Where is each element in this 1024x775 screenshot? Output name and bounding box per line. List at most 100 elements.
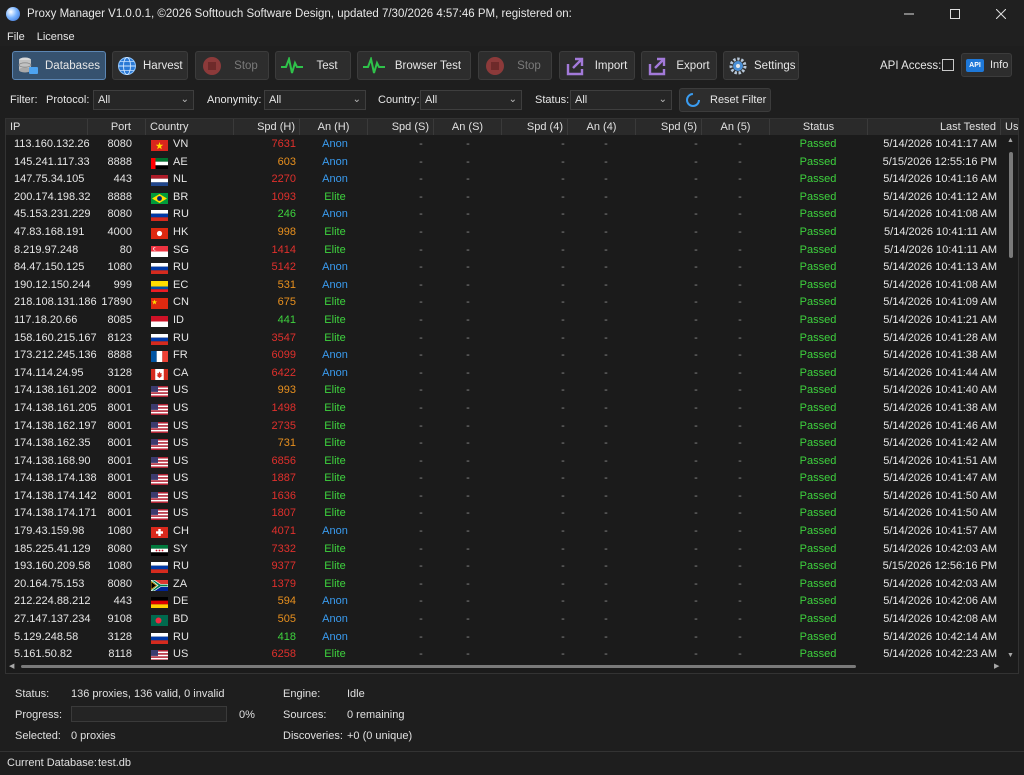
table-row[interactable]: 5.129.248.58 3128 RU 418 Anon - - - - - - Passed 5/1… (6, 629, 1006, 647)
table-row[interactable]: 8.219.97.248 80 SG 1414 Elite - - - - - - Passed 5/1… (6, 242, 1006, 260)
col-an-s[interactable]: An (S) (434, 119, 502, 135)
cell-status: Passed (799, 366, 837, 379)
col-status[interactable]: Status (770, 119, 868, 135)
protocol-select[interactable]: All ⌄ (93, 90, 194, 110)
vertical-scroll-thumb[interactable] (1009, 152, 1013, 258)
table-row[interactable]: 174.138.161.202 8001 US 993 Elite - - - - - - Passe… (6, 382, 1006, 407)
cell-anonymity-http: Elite (324, 489, 346, 502)
table-row[interactable]: 47.83.168.191 4000 HK 998 Elite - - - - - - Passed 5… (6, 224, 1006, 242)
table-row[interactable]: 212.224.88.212 443 DE 594 Anon - - - - - - Passed 5/… (6, 593, 1006, 611)
horizontal-scrollbar[interactable]: ◀ ▶ (6, 660, 1006, 673)
menu-file[interactable]: File (0, 31, 30, 43)
minimize-button[interactable] (886, 0, 932, 28)
cell-speed-socks4: - (561, 630, 565, 643)
stop-test-button[interactable]: Stop (478, 51, 552, 80)
table-row[interactable]: 185.225.41.129 8080 SY 7332 Elite - - - - - - Passe… (6, 541, 1006, 559)
horizontal-scroll-thumb[interactable] (21, 665, 856, 668)
table-row[interactable]: 117.18.20.66 8085 ID 441 Elite - - - - - - Passed 5/… (6, 312, 1006, 330)
anonymity-select[interactable]: All ⌄ (264, 90, 366, 110)
col-spd-s[interactable]: Spd (S) (368, 119, 434, 135)
country-select[interactable]: All ⌄ (420, 90, 522, 110)
table-row[interactable]: 145.241.117.33 8888 AE 603 Anon - - - - - - Passed 5… (6, 154, 1006, 172)
cell-speed-socks5: - (694, 489, 698, 502)
table-row[interactable]: 20.164.75.153 8080 ZA 1379 Elite - - - - - - Passed… (6, 576, 1006, 594)
col-last-tested[interactable]: Last Tested (868, 119, 1001, 135)
cell-anonymity-socks5: - (738, 278, 742, 291)
cell-anonymity-socks4: - (604, 401, 608, 414)
table-row[interactable]: 200.174.198.32 8888 BR 1093 Elite - - - - - - Passe… (6, 189, 1006, 207)
table-row[interactable]: 174.138.168.90 8001 US 6856 Elite - - - - - - Passe… (6, 453, 1006, 478)
table-row[interactable]: 84.47.150.125 1080 RU 5142 Anon - - - - - - Passed 5… (6, 259, 1006, 277)
protocol-label: Protocol: (46, 94, 90, 106)
browser-test-button[interactable]: Browser Test (357, 51, 471, 80)
cell-speed-socks4: - (561, 138, 565, 150)
cell-last-tested: 5/14/2026 10:41:38 AM (883, 401, 997, 414)
table-row[interactable]: 174.138.174.171 8001 US 1807 Elite - - - - - - Pass… (6, 505, 1006, 530)
col-an-5[interactable]: An (5) (702, 119, 770, 135)
scroll-left-arrow-icon[interactable]: ◀ (9, 662, 14, 670)
status-select[interactable]: All ⌄ (570, 90, 672, 110)
col-port[interactable]: Port (88, 119, 146, 135)
table-row[interactable]: 174.138.161.205 8001 US 1498 Elite - - - - - - Pass… (6, 400, 1006, 425)
cell-status: Passed (799, 525, 837, 538)
col-an-4[interactable]: An (4) (568, 119, 636, 135)
cell-speed-socks: - (419, 138, 423, 150)
proxy-table[interactable]: IP Port Country Spd (H) An (H) Spd (S) A… (5, 118, 1019, 674)
table-row[interactable]: 158.160.215.167 8123 RU 3547 Elite - - - - - - Pass… (6, 330, 1006, 348)
api-access-checkbox[interactable] (942, 59, 954, 71)
table-row[interactable]: 179.43.159.98 1080 CH 4071 Anon - - - - - - Passed 5… (6, 523, 1006, 541)
cell-anonymity-socks: - (466, 278, 470, 291)
table-row[interactable]: 190.12.150.244 999 EC 531 Anon - - - - - - Passed 5/… (6, 277, 1006, 295)
scroll-down-arrow-icon[interactable]: ▼ (1007, 652, 1014, 659)
table-row[interactable]: 173.212.245.136 8888 FR 6099 Anon - - - - - - Passe… (6, 347, 1006, 365)
cell-status: Passed (799, 630, 837, 643)
cell-anonymity-socks: - (466, 507, 470, 520)
table-row[interactable]: 113.160.132.26 8080 VN 7631 Anon - - - - - - Passed… (6, 136, 1006, 154)
cell-anonymity-socks: - (466, 243, 470, 256)
col-spd-5[interactable]: Spd (5) (636, 119, 702, 135)
maximize-button[interactable] (932, 0, 978, 28)
cell-ip: 174.114.24.95 (14, 366, 84, 379)
table-row[interactable]: 147.75.34.105 443 NL 2270 Anon - - - - - - Passed 5/… (6, 171, 1006, 189)
import-button[interactable]: Import (559, 51, 635, 80)
stop-harvest-button[interactable]: Stop (195, 51, 269, 80)
table-row[interactable]: 174.114.24.95 3128 CA 6422 Anon - - - - - - Passed 5… (6, 365, 1006, 383)
col-spd-4[interactable]: Spd (4) (502, 119, 568, 135)
col-use[interactable]: Use (1001, 119, 1018, 135)
scroll-right-arrow-icon[interactable]: ▶ (994, 662, 999, 670)
scroll-up-arrow-icon[interactable]: ▲ (1007, 137, 1014, 144)
cell-last-tested: 5/14/2026 10:42:08 AM (883, 613, 997, 626)
cell-port: 8123 (107, 331, 132, 344)
reset-filter-button[interactable]: Reset Filter (679, 88, 771, 112)
info-button[interactable]: API Info (961, 53, 1012, 77)
table-row[interactable]: 193.160.209.58 1080 RU 9377 Elite - - - - - - Passe… (6, 558, 1006, 576)
table-row[interactable]: 174.138.174.142 8001 US 1636 Elite - - - - - - Pass… (6, 488, 1006, 513)
col-ip[interactable]: IP (6, 119, 88, 135)
col-spd-h[interactable]: Spd (H) (234, 119, 300, 135)
cell-status: Passed (799, 507, 837, 520)
cell-last-tested: 5/14/2026 10:41:51 AM (883, 454, 997, 467)
settings-button[interactable]: Settings (723, 51, 799, 80)
table-row[interactable]: 174.138.162.35 8001 US 731 Elite - - - - - - Passed… (6, 435, 1006, 460)
harvest-button[interactable]: Harvest (112, 51, 188, 80)
table-row[interactable]: 27.147.137.234 9108 BD 505 Anon - - - - - - Passed 5… (6, 611, 1006, 629)
table-row[interactable]: 218.108.131.186 17890 CN 675 Elite - - - - - - Pass… (6, 294, 1006, 312)
country-flag-icon (151, 263, 168, 275)
col-an-h[interactable]: An (H) (300, 119, 368, 135)
close-button[interactable] (978, 0, 1024, 28)
databases-button[interactable]: Databases (12, 51, 106, 80)
table-row[interactable]: 174.138.162.197 8001 US 2735 Elite - - - - - - Pass… (6, 418, 1006, 442)
export-button[interactable]: Export (641, 51, 717, 80)
vertical-scrollbar[interactable]: ▲ ▼ (1005, 136, 1017, 660)
table-row[interactable]: 174.138.174.138 8001 US 1887 Elite - - - - - - Pass… (6, 470, 1006, 495)
cell-anonymity-socks5: - (738, 613, 742, 626)
test-button[interactable]: Test (275, 51, 351, 80)
menu-license[interactable]: License (30, 31, 80, 43)
cell-speed-socks5: - (694, 613, 698, 626)
table-row[interactable]: 45.153.231.229 8080 RU 246 Anon - - - - - - Passed 5… (6, 206, 1006, 224)
cell-speed-socks4: - (561, 577, 565, 590)
col-country[interactable]: Country (146, 119, 234, 135)
cell-anonymity-socks4: - (604, 507, 608, 520)
filter-bar: Filter: Protocol: All ⌄ Anonymity: All ⌄… (0, 88, 1024, 112)
cell-ip: 113.160.132.26 (14, 138, 90, 150)
